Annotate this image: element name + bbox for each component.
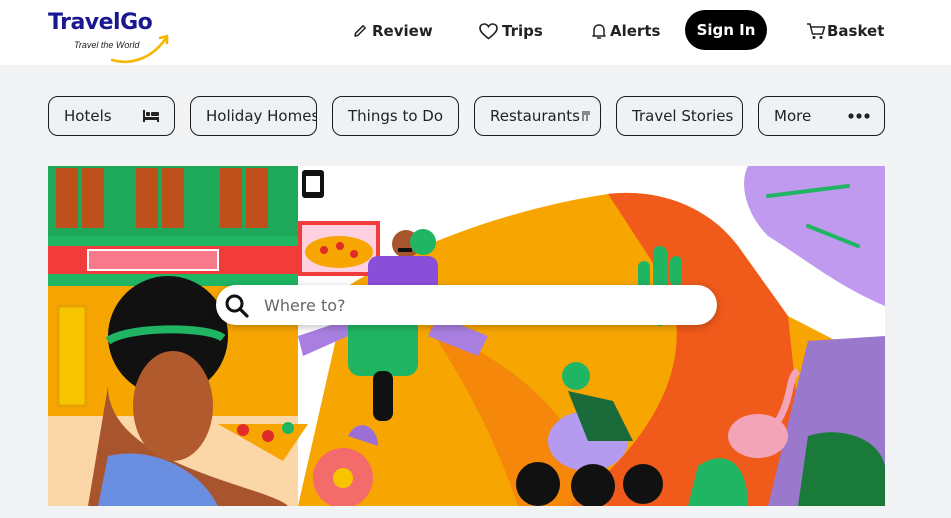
category-hotels[interactable]: Hotels — [48, 96, 175, 136]
nav-trips[interactable]: Trips — [479, 19, 543, 43]
category-things-to-do[interactable]: Things to Do — [332, 96, 459, 136]
nav-trips-label: Trips — [502, 22, 543, 40]
ellipsis-icon — [848, 113, 870, 119]
nav-alerts[interactable]: Alerts — [592, 19, 660, 43]
sign-in-button[interactable]: Sign In — [685, 10, 767, 50]
category-restaurants[interactable]: Restaurants — [474, 96, 601, 136]
category-holiday-homes[interactable]: Holiday Homes — [190, 96, 317, 136]
bell-icon — [592, 23, 606, 39]
top-header: TravelGo Travel the World Review Trips A… — [0, 0, 951, 65]
nav-alerts-label: Alerts — [610, 22, 661, 40]
nav-review[interactable]: Review — [352, 19, 433, 43]
category-things-to-do-label: Things to Do — [348, 107, 444, 125]
travel-illustration — [48, 166, 885, 506]
bed-icon — [143, 110, 159, 122]
cutlery-icon — [582, 111, 590, 121]
cart-icon — [807, 23, 826, 39]
pencil-icon — [354, 25, 366, 37]
search-icon — [225, 294, 249, 318]
search-bar[interactable] — [216, 285, 717, 325]
search-input[interactable] — [264, 291, 694, 319]
category-more[interactable]: More — [758, 96, 885, 136]
brand-tagline: Travel the World — [74, 40, 140, 50]
category-hotels-label: Hotels — [64, 107, 112, 125]
category-restaurants-label: Restaurants — [490, 107, 580, 125]
nav-basket-label: Basket — [827, 22, 885, 40]
category-more-label: More — [774, 107, 812, 125]
category-travel-stories[interactable]: Travel Stories — [616, 96, 743, 136]
category-travel-stories-label: Travel Stories — [632, 107, 734, 125]
hero-banner — [48, 166, 885, 506]
nav-review-label: Review — [372, 22, 433, 40]
heart-icon — [479, 22, 498, 40]
brand-logo[interactable]: TravelGo Travel the World — [48, 10, 178, 66]
nav-basket[interactable]: Basket — [806, 19, 884, 43]
category-holiday-homes-label: Holiday Homes — [206, 107, 317, 125]
